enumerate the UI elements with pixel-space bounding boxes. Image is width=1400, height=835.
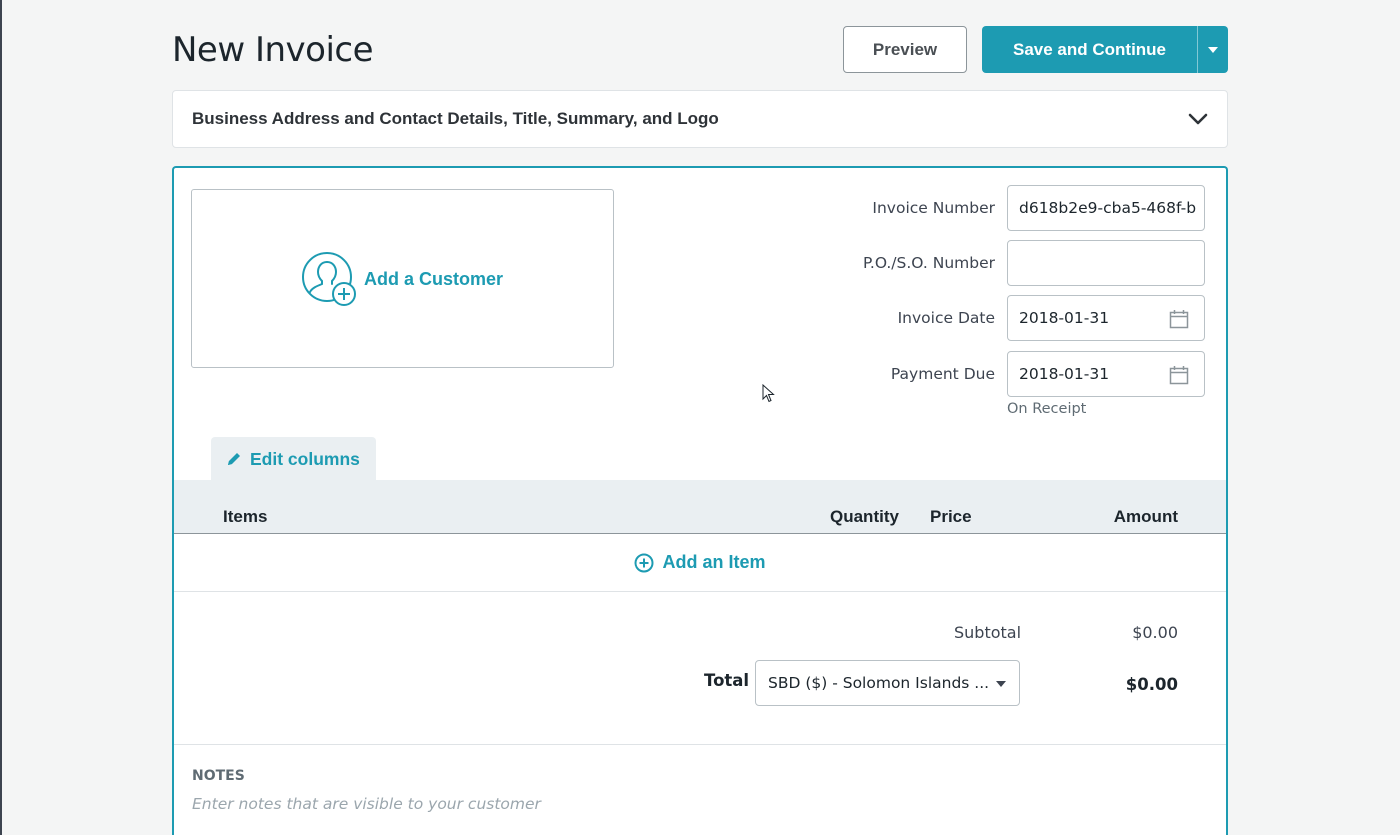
payment-due-value: 2018-01-31 <box>1019 365 1110 383</box>
save-and-continue-label[interactable]: Save and Continue <box>982 26 1197 73</box>
notes-label: NOTES <box>192 768 245 784</box>
preview-button[interactable]: Preview <box>843 26 967 73</box>
column-header-items: Items <box>223 507 268 526</box>
total-label: Total <box>704 671 750 690</box>
column-header-quantity: Quantity <box>830 507 899 526</box>
mouse-cursor-icon <box>762 384 775 403</box>
add-item-row: Add an Item <box>174 534 1226 592</box>
edit-columns-label: Edit columns <box>250 448 360 469</box>
items-table-header: Items Quantity Price Amount <box>174 480 1226 534</box>
payment-due-row: Payment Due 2018-01-31 <box>775 351 1205 397</box>
po-number-input[interactable] <box>1007 240 1205 286</box>
edit-columns-button[interactable]: Edit columns <box>211 437 376 481</box>
add-item-label: Add an Item <box>662 552 766 572</box>
subtotal-label: Subtotal <box>954 623 1022 642</box>
caret-down-icon <box>1208 46 1218 53</box>
column-header-price: Price <box>930 507 972 526</box>
currency-select[interactable]: SBD ($) - Solomon Islands ... <box>755 660 1020 706</box>
business-details-panel[interactable]: Business Address and Contact Details, Ti… <box>172 90 1228 148</box>
invoice-date-label: Invoice Date <box>897 309 995 327</box>
invoice-date-value: 2018-01-31 <box>1019 309 1110 327</box>
invoice-number-label: Invoice Number <box>872 199 995 217</box>
save-options-dropdown[interactable] <box>1197 26 1228 73</box>
page-title: New Invoice <box>172 30 374 70</box>
notes-input[interactable]: Enter notes that are visible to your cus… <box>192 795 1192 819</box>
pencil-icon <box>228 453 240 465</box>
invoice-number-row: Invoice Number d618b2e9-cba5-468f-b <box>775 185 1205 231</box>
po-number-row: P.O./S.O. Number <box>775 240 1205 286</box>
save-and-continue-button[interactable]: Save and Continue <box>982 26 1228 73</box>
divider <box>174 744 1226 745</box>
window-edge <box>0 0 2 835</box>
calendar-icon[interactable] <box>1169 365 1189 385</box>
chevron-down-icon[interactable] <box>1187 108 1209 130</box>
total-value: $0.00 <box>1125 675 1178 694</box>
add-item-button[interactable]: Add an Item <box>634 552 766 573</box>
invoice-date-input[interactable]: 2018-01-31 <box>1007 295 1205 341</box>
add-customer-label[interactable]: Add a Customer <box>364 269 503 290</box>
invoice-number-input[interactable]: d618b2e9-cba5-468f-b <box>1007 185 1205 231</box>
column-header-amount: Amount <box>1113 507 1178 526</box>
add-customer-box[interactable]: Add a Customer <box>191 189 614 368</box>
po-number-label: P.O./S.O. Number <box>862 254 995 272</box>
user-add-icon <box>301 251 356 306</box>
payment-due-input[interactable]: 2018-01-31 <box>1007 351 1205 397</box>
invoice-date-row: Invoice Date 2018-01-31 <box>775 295 1205 341</box>
caret-down-icon <box>996 681 1006 687</box>
currency-value: SBD ($) - Solomon Islands ... <box>768 674 990 692</box>
payment-terms-hint: On Receipt <box>1007 401 1087 417</box>
business-details-label: Business Address and Contact Details, Ti… <box>192 109 719 128</box>
subtotal-value: $0.00 <box>1132 623 1178 642</box>
plus-circle-icon <box>634 553 654 572</box>
payment-due-label: Payment Due <box>890 365 995 383</box>
calendar-icon[interactable] <box>1169 309 1189 329</box>
invoice-editor-card: Add a Customer Invoice Number d618b2e9-c… <box>172 166 1228 835</box>
